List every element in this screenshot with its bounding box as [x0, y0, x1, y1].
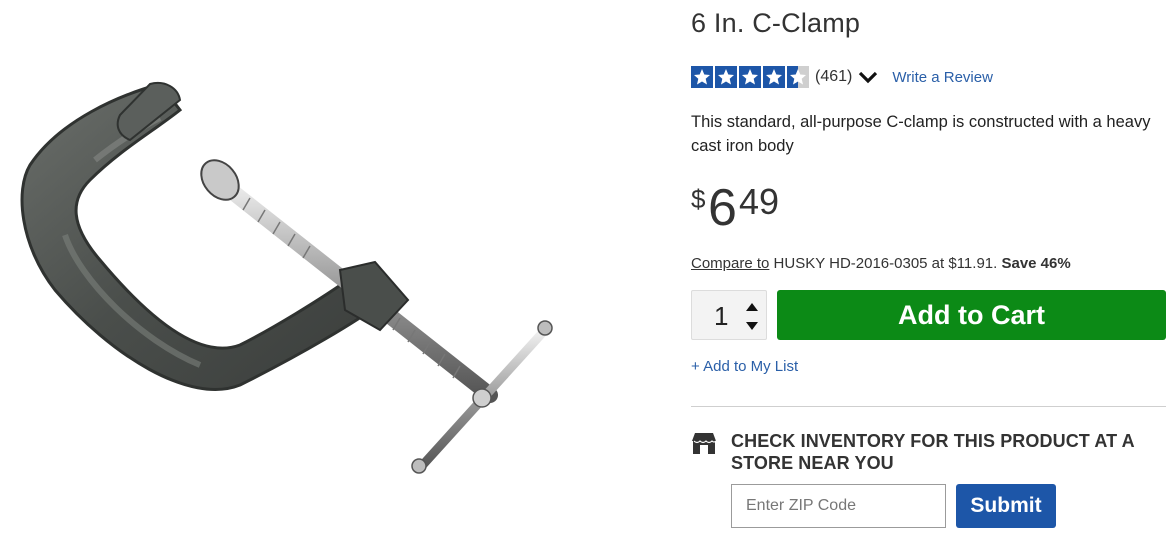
- star-rating[interactable]: [691, 66, 809, 88]
- savings-text: Save 46%: [1001, 255, 1071, 272]
- star-icon: [715, 66, 737, 88]
- price-cents: 49: [739, 181, 780, 222]
- c-clamp-image: [20, 82, 553, 474]
- store-icon: [692, 433, 717, 454]
- increment-icon[interactable]: [742, 300, 762, 316]
- chevron-down-icon[interactable]: [858, 70, 878, 84]
- review-count[interactable]: (461): [815, 68, 852, 86]
- add-to-list-link[interactable]: + Add to My List: [691, 358, 798, 375]
- price-currency: $: [691, 184, 706, 214]
- star-icon: [763, 66, 785, 88]
- decrement-icon[interactable]: [742, 317, 762, 333]
- half-star-icon: [787, 66, 809, 88]
- add-to-cart-button[interactable]: Add to Cart: [777, 290, 1166, 340]
- product-title: 6 In. C-Clamp: [691, 8, 861, 38]
- submit-button[interactable]: Submit: [956, 484, 1056, 528]
- compare-link[interactable]: Compare to: [691, 255, 769, 272]
- product-image[interactable]: [0, 0, 680, 552]
- quantity-value[interactable]: 1: [714, 301, 728, 332]
- inventory-heading: CHECK INVENTORY FOR THIS PRODUCT AT A ST…: [731, 431, 1135, 473]
- compare-price: Compare to HUSKY HD-2016-0305 at $11.91.…: [691, 255, 1071, 272]
- star-icon: [739, 66, 761, 88]
- price-dollars: 6: [708, 179, 737, 237]
- compare-text: HUSKY HD-2016-0305 at $11.91.: [769, 255, 1002, 272]
- star-icon: [691, 66, 713, 88]
- rating-row: (461) Write a Review: [691, 64, 993, 90]
- zip-code-input[interactable]: [731, 484, 946, 528]
- product-description: This standard, all-purpose C-clamp is co…: [691, 113, 1151, 155]
- divider: [691, 406, 1166, 407]
- write-review-link[interactable]: Write a Review: [892, 69, 993, 86]
- quantity-stepper[interactable]: 1: [691, 290, 767, 340]
